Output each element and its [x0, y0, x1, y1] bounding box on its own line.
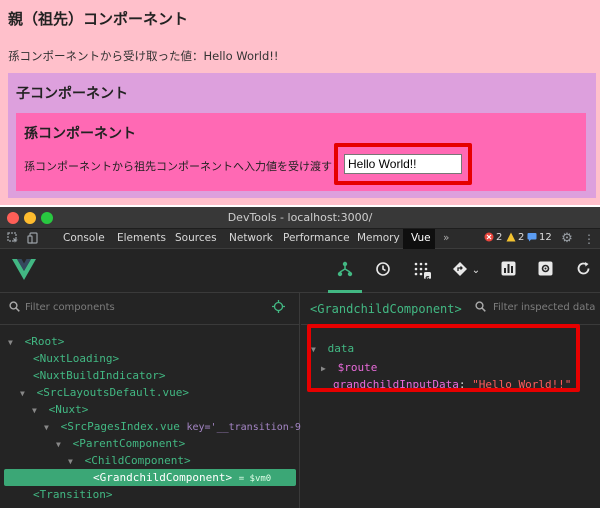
child-component-box: 子コンポーネント 孫コンポーネント 孫コンポーネントから祖先コンポーネントへ入力… — [8, 73, 596, 198]
warning-count[interactable]: 2 — [518, 232, 524, 243]
tab-console[interactable]: Console — [63, 232, 105, 244]
tree-item[interactable]: ▼ <ParentComponent> — [0, 435, 299, 452]
tab-elements[interactable]: Elements — [117, 232, 166, 244]
search-icon — [9, 301, 20, 315]
message-icon — [527, 232, 537, 245]
error-count[interactable]: 2 — [496, 232, 502, 243]
grandchild-component-title: 孫コンポーネント — [24, 126, 136, 142]
highlight-box-data — [307, 324, 580, 392]
tree-item[interactable]: <NuxtLoading> — [0, 350, 299, 367]
child-component-title: 子コンポーネント — [16, 86, 128, 102]
history-icon[interactable] — [373, 261, 393, 281]
highlight-box-input — [334, 143, 472, 185]
tree-item[interactable]: <Transition> — [0, 486, 299, 503]
app-page: 親（祖先）コンポーネント 孫コンポーネントから受け取った値：Hello Worl… — [0, 0, 600, 205]
message-count[interactable]: 12 — [539, 232, 552, 243]
devtools-tabbar: Console Elements Sources Network Perform… — [0, 229, 600, 249]
tab-network[interactable]: Network — [229, 232, 273, 244]
refresh-icon[interactable] — [573, 261, 593, 281]
tree-item[interactable]: ▼ <Root> — [0, 333, 299, 350]
inspected-component-name: <GrandchildComponent> — [310, 302, 462, 316]
inspector-header: <GrandchildComponent> Filter inspected d… — [301, 293, 600, 325]
components-pane: Filter components ▼ <Root> <NuxtLoading>… — [0, 293, 307, 508]
filter-components-row: Filter components — [0, 293, 299, 325]
tab-vue[interactable]: Vue — [411, 232, 431, 244]
error-icon — [484, 232, 494, 245]
tree-item[interactable]: ▼ <ChildComponent> — [0, 452, 299, 469]
tab-memory[interactable]: Memory — [357, 232, 400, 244]
tab-sources[interactable]: Sources — [175, 232, 217, 244]
tree-item[interactable]: <NuxtBuildIndicator> — [0, 367, 299, 384]
window-titlebar: DevTools - localhost:3000/ — [0, 207, 600, 229]
performance-chart-icon[interactable] — [498, 261, 518, 281]
more-tabs-button[interactable]: » — [443, 232, 449, 244]
kebab-menu-icon[interactable]: ⋮ — [582, 232, 596, 246]
chevron-down-icon[interactable]: ⌄ — [466, 261, 486, 281]
grandchild-input-label: 孫コンポーネントから祖先コンポーネントへ入力値を受け渡す： — [24, 160, 343, 173]
tab-performance[interactable]: Performance — [283, 232, 350, 244]
inspect-element-icon[interactable] — [6, 232, 20, 246]
device-toolbar-icon[interactable] — [26, 232, 40, 246]
select-component-target-icon[interactable] — [272, 300, 285, 317]
vuex-badge-count: 6 — [425, 275, 430, 283]
filter-components-input[interactable]: Filter components — [25, 302, 115, 313]
warning-icon — [506, 232, 516, 245]
received-value-text: 孫コンポーネントから受け取った値：Hello World!! — [8, 49, 279, 63]
window-title: DevTools - localhost:3000/ — [227, 211, 373, 224]
filter-inspected-input[interactable]: Filter inspected data — [493, 302, 595, 313]
tree-item[interactable]: ▼ <Nuxt> — [0, 401, 299, 418]
gear-icon[interactable]: ⚙ — [560, 232, 574, 246]
tree-item[interactable]: ▼ <SrcLayoutsDefault.vue> — [0, 384, 299, 401]
tree-item-selected[interactable]: <GrandchildComponent> = $vm0 — [4, 469, 296, 486]
settings-icon[interactable] — [535, 261, 555, 281]
devtools-window: DevTools - localhost:3000/ Console Eleme… — [0, 207, 600, 508]
tree-item[interactable]: ▼ <SrcPagesIndex.vue key='__transition-9… — [0, 418, 307, 435]
parent-component-title: 親（祖先）コンポーネント — [8, 10, 189, 28]
vue-logo-icon — [12, 259, 36, 285]
vue-toolbar: 6 ⌄ — [0, 249, 600, 293]
components-tree-icon[interactable] — [335, 261, 355, 281]
grandchild-component-box: 孫コンポーネント 孫コンポーネントから祖先コンポーネントへ入力値を受け渡す： — [16, 113, 586, 191]
search-icon — [475, 301, 486, 315]
